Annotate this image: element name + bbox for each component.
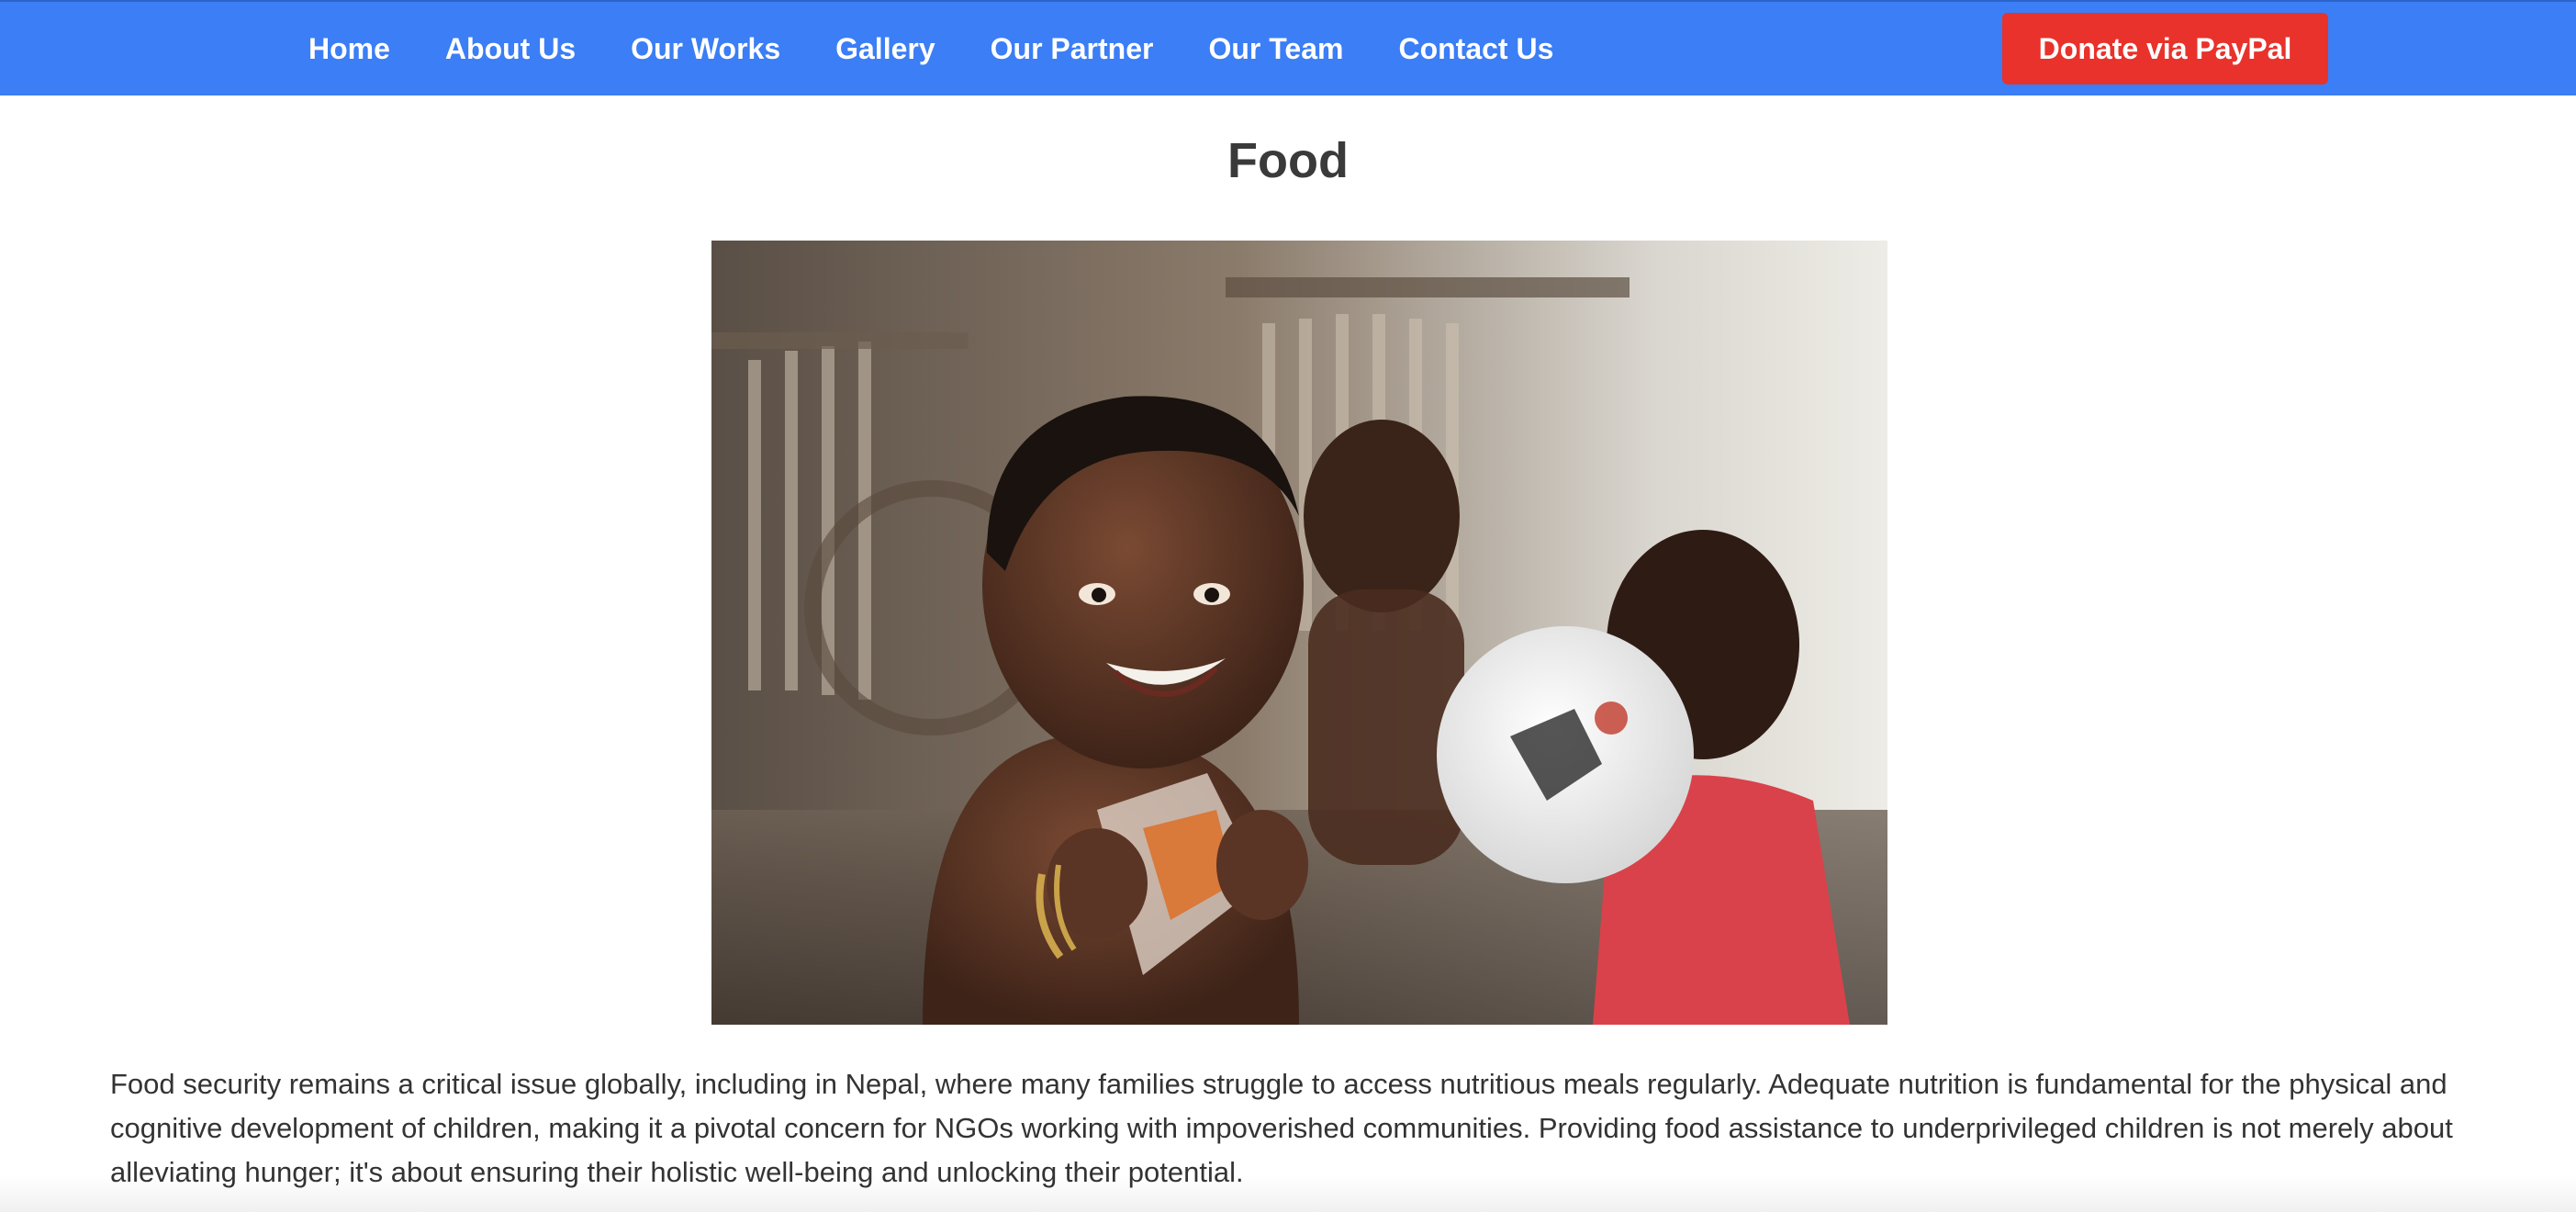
nav-link-our-team[interactable]: Our Team bbox=[1208, 32, 1343, 66]
nav-link-our-partner[interactable]: Our Partner bbox=[991, 32, 1154, 66]
top-navigation-bar: Home About Us Our Works Gallery Our Part… bbox=[0, 0, 2576, 95]
donate-paypal-button[interactable]: Donate via PayPal bbox=[2002, 13, 2328, 84]
nav-link-contact-us[interactable]: Contact Us bbox=[1398, 32, 1553, 66]
nav-link-about-us[interactable]: About Us bbox=[445, 32, 576, 66]
main-nav: Home About Us Our Works Gallery Our Part… bbox=[308, 2, 1608, 95]
nav-link-home[interactable]: Home bbox=[308, 32, 390, 66]
food-description: Food security remains a critical issue g… bbox=[110, 1068, 2453, 1188]
nav-link-gallery[interactable]: Gallery bbox=[835, 32, 935, 66]
page-title: Food bbox=[1227, 133, 1349, 188]
nav-link-our-works[interactable]: Our Works bbox=[631, 32, 780, 66]
food-feature-image bbox=[711, 241, 1887, 1025]
